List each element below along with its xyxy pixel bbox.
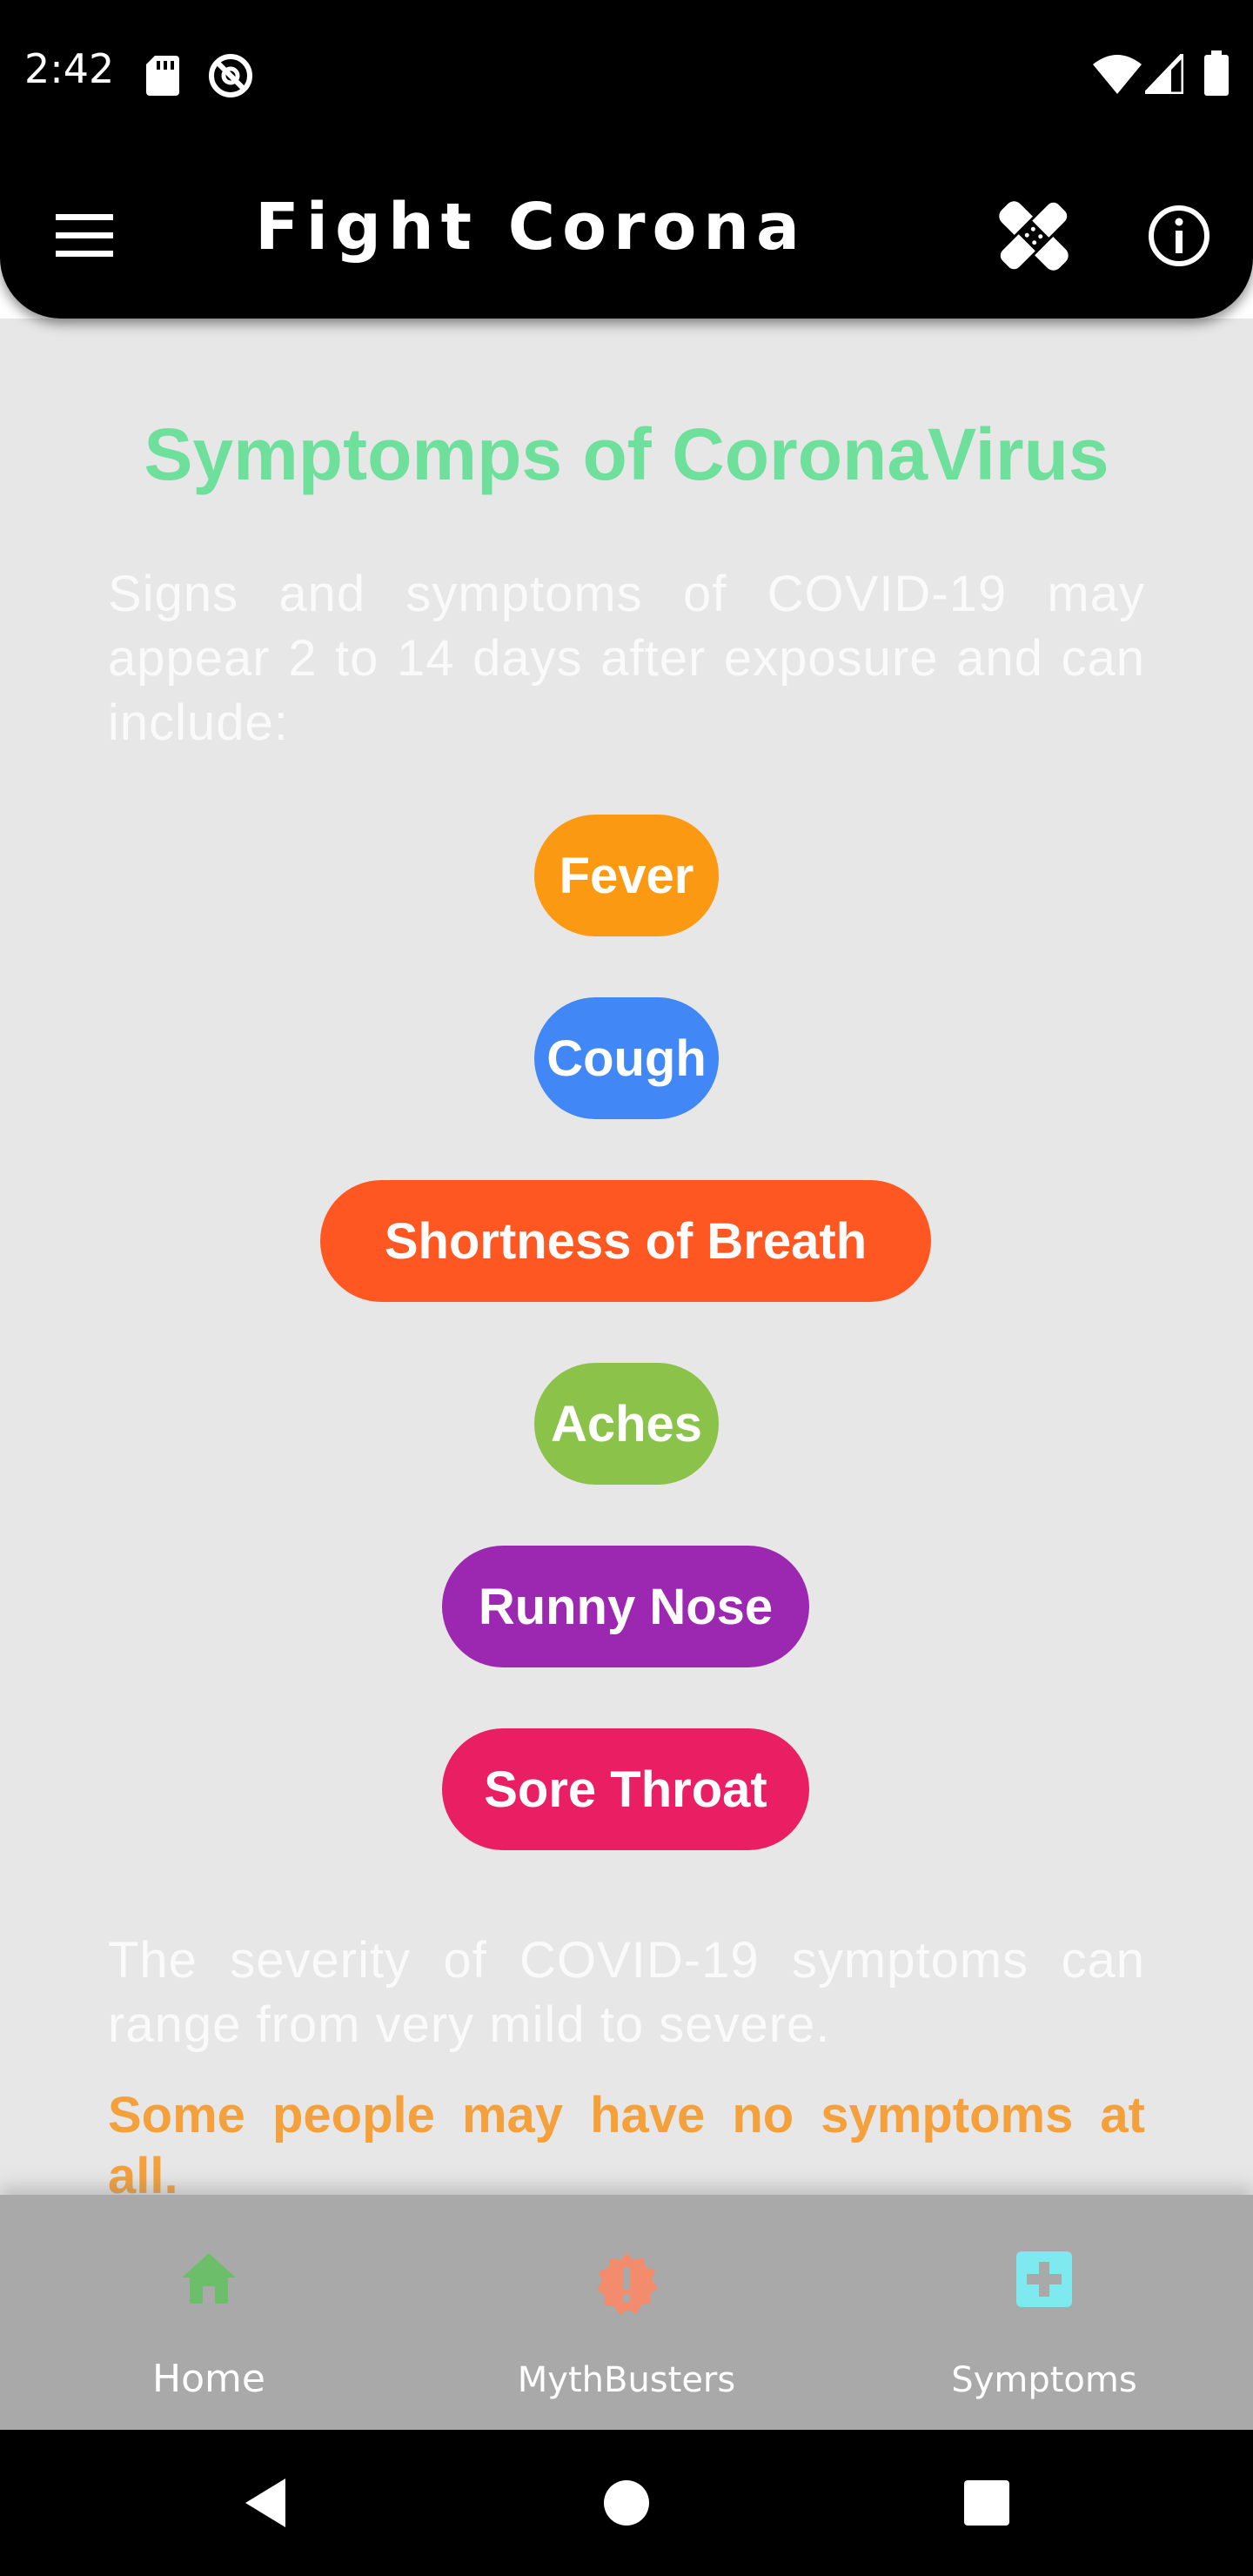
symptom-label: Fever: [559, 847, 694, 904]
intro-text: Signs and symptoms of COVID-19 may appea…: [108, 566, 1145, 751]
system-navigation-bar: [0, 2430, 1253, 2576]
home-circle-icon[interactable]: [592, 2468, 661, 2538]
severity-text: The severity of COVID-19 symptoms can ra…: [108, 1932, 1145, 2053]
symptom-pill-aches[interactable]: Aches: [534, 1363, 719, 1485]
page-title: Symptomps of CoronaVirus: [144, 413, 1109, 495]
home-icon: [182, 2253, 236, 2304]
wifi-icon: [1093, 55, 1142, 94]
symptom-label: Sore Throat: [484, 1761, 767, 1818]
recents-icon[interactable]: [952, 2468, 1022, 2538]
nav-home[interactable]: Home: [0, 2195, 418, 2430]
nav-symptoms[interactable]: Symptoms: [835, 2195, 1253, 2430]
no-symptoms-text: Some people may have no symptoms at all.: [108, 2087, 1145, 2195]
nav-label: Symptoms: [951, 2360, 1137, 2400]
symptom-label: Shortness of Breath: [384, 1212, 868, 1270]
top-app-bar: 2:42 Fight Corona: [0, 0, 1253, 319]
bottom-navigation: Home MythBusters Symptoms: [0, 2195, 1253, 2430]
info-button[interactable]: [1140, 198, 1218, 273]
nav-label: MythBusters: [517, 2360, 736, 2400]
symptom-pill-cough[interactable]: Cough: [534, 997, 719, 1119]
symptom-label: Cough: [546, 1030, 707, 1087]
symptom-pill-runny-nose[interactable]: Runny Nose: [442, 1546, 809, 1667]
status-bar: 2:42: [0, 0, 1253, 150]
bandage-icon: [997, 199, 1070, 272]
symptom-label: Runny Nose: [478, 1578, 774, 1635]
symptom-pill-sore-throat[interactable]: Sore Throat: [442, 1728, 809, 1850]
symptom-pill-fever[interactable]: Fever: [534, 815, 719, 936]
sync-off-icon: [209, 54, 252, 97]
status-time: 2:42: [24, 45, 115, 92]
symptom-label: Aches: [550, 1395, 703, 1452]
app-title: Fight Corona: [255, 190, 807, 265]
symptoms-content[interactable]: Symptomps of CoronaVirus Signs and sympt…: [0, 319, 1253, 2195]
info-icon: [1149, 205, 1209, 266]
battery-icon: [1204, 50, 1229, 96]
bandage-action-button[interactable]: [992, 198, 1075, 273]
sd-card-icon: [146, 56, 179, 96]
nav-label: Home: [152, 2357, 265, 2401]
back-icon[interactable]: [235, 2468, 305, 2538]
signal-icon: [1145, 54, 1183, 94]
alert-badge-icon: [597, 2253, 658, 2315]
medical-plus-icon: [1016, 2251, 1072, 2307]
symptom-pill-shortness-of-breath[interactable]: Shortness of Breath: [320, 1180, 931, 1302]
nav-mythbusters[interactable]: MythBusters: [418, 2195, 835, 2430]
